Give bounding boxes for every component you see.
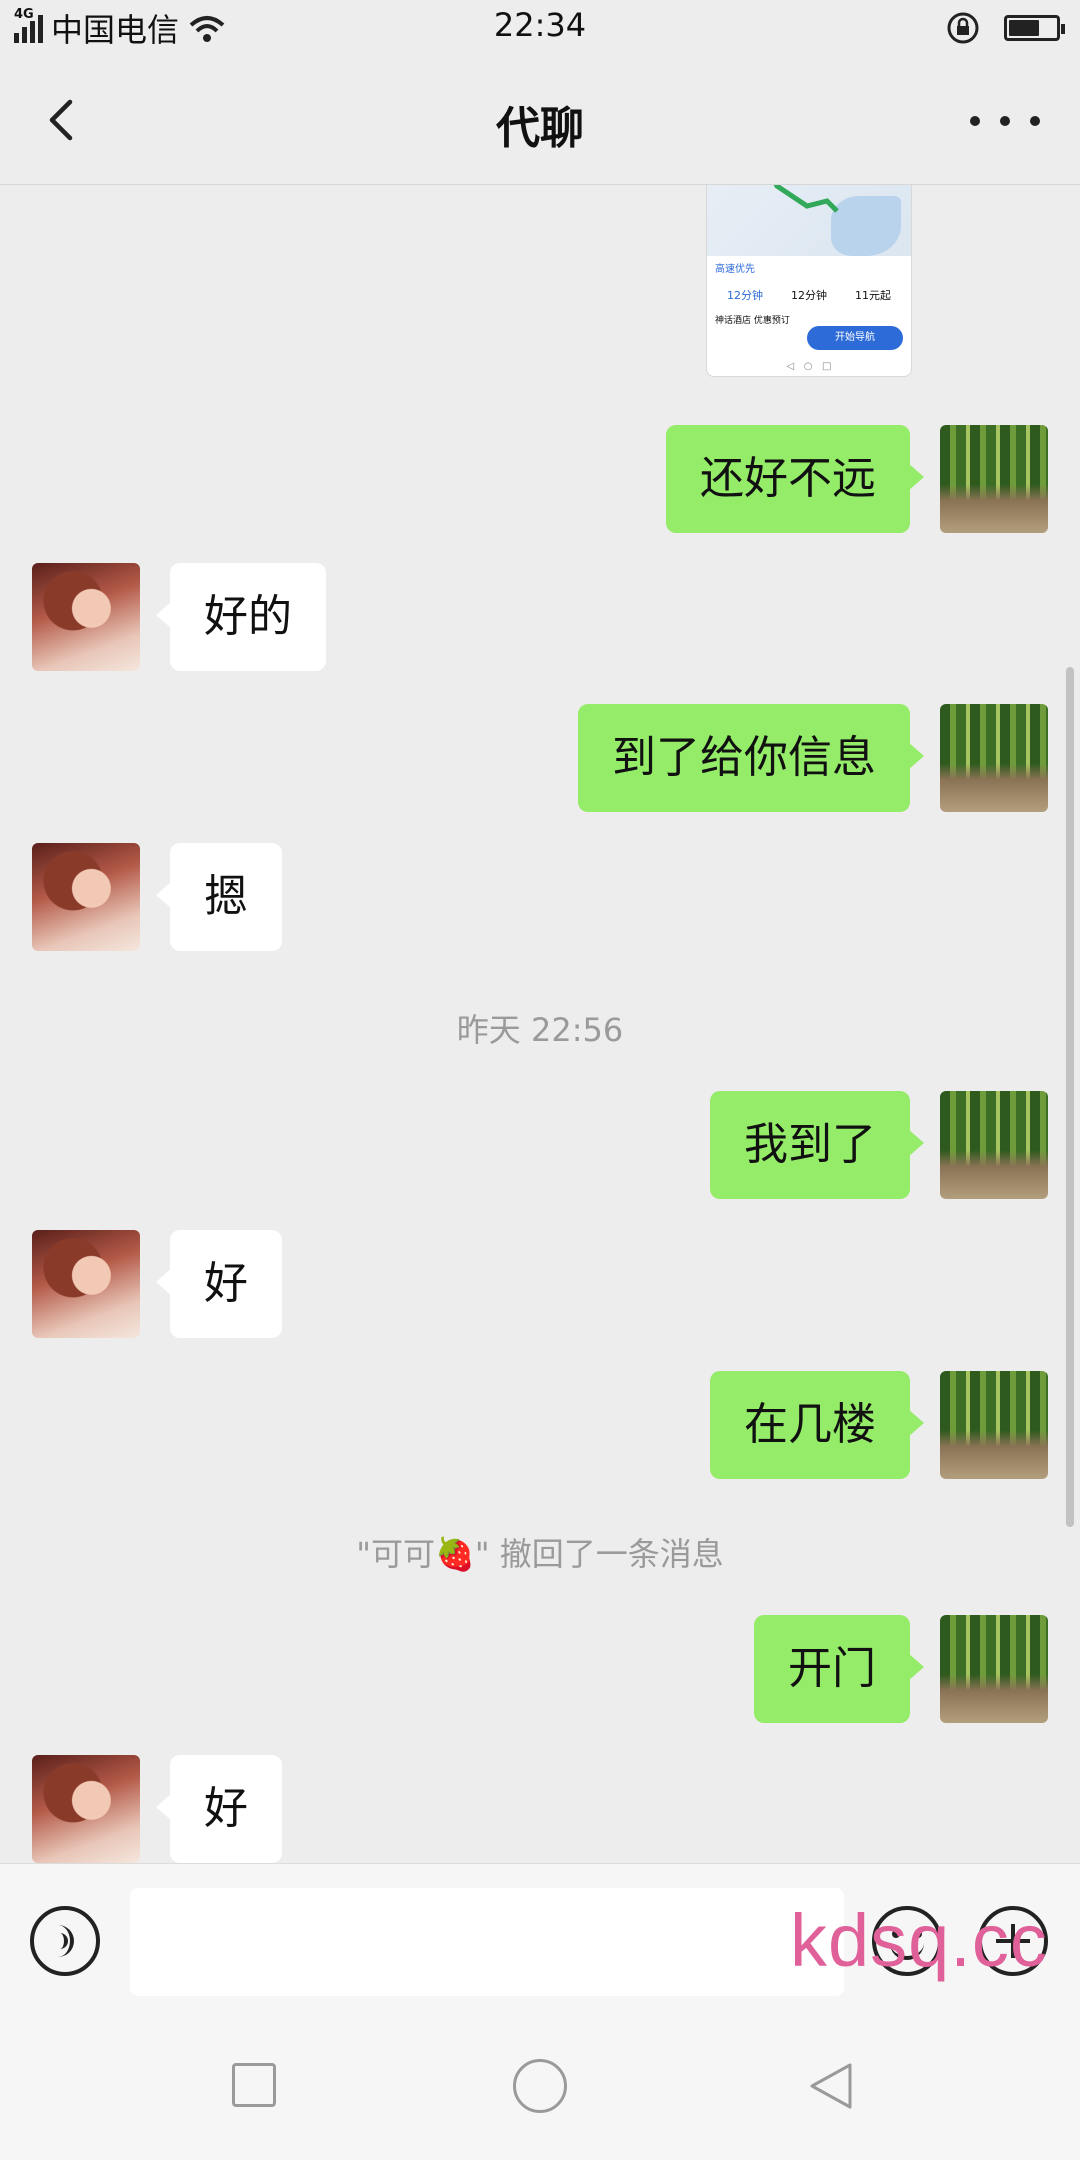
message-input[interactable]: [130, 1888, 844, 1996]
contact-avatar[interactable]: [32, 1230, 140, 1338]
map-system-nav: ◁ ○ □: [786, 361, 832, 372]
message-row-mine: 我到了: [0, 1091, 1080, 1199]
route-preference: 高速优先: [715, 264, 755, 275]
message-row-theirs: 摁: [0, 843, 1080, 951]
status-right: [946, 8, 1065, 48]
message-list[interactable]: 高速优先 12分钟 12分钟 11元起 神话酒店 优惠预订 开始导航 ◁ ○ □…: [0, 185, 1080, 1863]
route-options: 高速优先 12分钟 12分钟 11元起 神话酒店 优惠预订: [707, 256, 911, 326]
message-row-theirs: 好: [0, 1230, 1080, 1338]
message-bubble[interactable]: 好: [156, 1755, 282, 1863]
home-icon[interactable]: [513, 2059, 567, 2113]
system-back-icon[interactable]: [806, 2059, 856, 2113]
message-row-theirs: 好的: [0, 563, 1080, 671]
rotation-lock-icon: [947, 12, 979, 44]
chat-title: 代聊: [496, 103, 584, 154]
message-bubble[interactable]: 摁: [156, 843, 282, 951]
map-view: [707, 185, 911, 256]
contact-avatar[interactable]: [32, 843, 140, 951]
message-bubble[interactable]: 到了给你信息: [578, 704, 924, 812]
hotel-line: 神话酒店 优惠预订: [715, 316, 790, 326]
message-bubble[interactable]: 还好不远: [666, 425, 924, 533]
message-row-mine: 在几楼: [0, 1371, 1080, 1479]
message-row-mine: 还好不远: [0, 425, 1080, 533]
message-row-mine: 到了给你信息: [0, 704, 1080, 812]
status-bar: 4G 中国电信 22:34: [0, 0, 1080, 56]
recent-apps-icon[interactable]: [232, 2063, 276, 2107]
watermark: kdsq.cc: [790, 1899, 1048, 1982]
route-option-3: 11元起: [855, 289, 891, 302]
my-avatar[interactable]: [940, 704, 1048, 812]
system-navigation-bar: [0, 2015, 1080, 2160]
my-avatar[interactable]: [940, 1615, 1048, 1723]
message-bubble[interactable]: 开门: [754, 1615, 924, 1723]
message-row-mine: 开门: [0, 1615, 1080, 1723]
message-row-theirs: 好: [0, 1755, 1080, 1863]
map-screenshot-image[interactable]: 高速优先 12分钟 12分钟 11元起 神话酒店 优惠预订 开始导航 ◁ ○ □: [706, 185, 912, 377]
voice-icon[interactable]: [30, 1906, 100, 1976]
chat-header: 代聊: [0, 56, 1080, 185]
contact-avatar[interactable]: [32, 1755, 140, 1863]
status-time: 22:34: [493, 6, 587, 44]
contact-avatar[interactable]: [32, 563, 140, 671]
more-options-icon[interactable]: [970, 96, 1040, 146]
my-avatar[interactable]: [940, 1091, 1048, 1199]
message-bubble[interactable]: 我到了: [710, 1091, 924, 1199]
battery-icon: [1004, 15, 1065, 41]
route-option-2: 12分钟: [791, 289, 827, 302]
my-avatar[interactable]: [940, 425, 1048, 533]
message-bubble[interactable]: 好: [156, 1230, 282, 1338]
recall-notice: "可可🍓" 撤回了一条消息: [356, 1535, 724, 1573]
timestamp-divider: 昨天 22:56: [456, 1011, 624, 1049]
message-bubble[interactable]: 在几楼: [710, 1371, 924, 1479]
message-bubble[interactable]: 好的: [156, 563, 326, 671]
start-navigation-button: 开始导航: [807, 326, 903, 350]
route-option-1: 12分钟: [727, 289, 763, 302]
my-avatar[interactable]: [940, 1371, 1048, 1479]
